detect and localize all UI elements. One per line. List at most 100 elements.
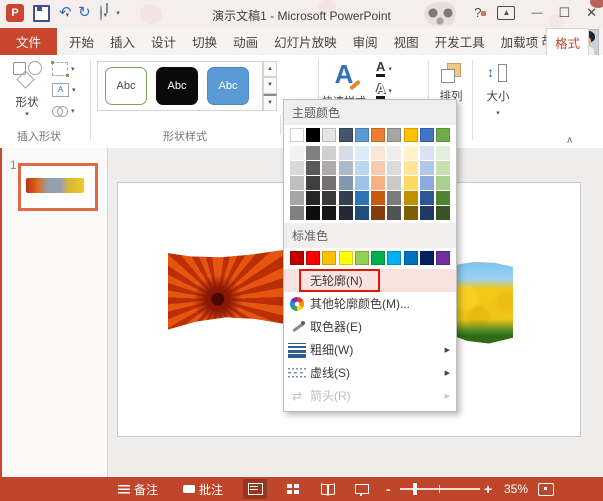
collapse-ribbon-button[interactable]: ∧ (566, 135, 573, 146)
minimize-button[interactable]: — (531, 4, 542, 22)
zoom-in-button[interactable]: + (484, 477, 492, 501)
gallery-more-button[interactable]: ▼ (263, 94, 277, 111)
tint-color-swatch[interactable] (371, 176, 385, 190)
tint-color-swatch[interactable] (322, 146, 336, 160)
tint-color-swatch[interactable] (371, 206, 385, 220)
tint-color-swatch[interactable] (339, 161, 353, 175)
tab-插入[interactable]: 插入 (102, 28, 143, 55)
tint-color-swatch[interactable] (339, 146, 353, 160)
tab-加载项[interactable]: 加载项 (493, 28, 547, 55)
close-button[interactable]: ✕ (586, 4, 597, 22)
tint-color-swatch[interactable] (371, 146, 385, 160)
gallery-scroll-up-button[interactable]: ▲ (263, 61, 277, 77)
tab-格式[interactable]: 格式 (546, 28, 589, 55)
zoom-slider-track[interactable] (400, 488, 480, 490)
tint-color-swatch[interactable] (404, 146, 418, 160)
touch-mode-button[interactable]: ▾ (100, 6, 108, 20)
tint-color-swatch[interactable] (404, 191, 418, 205)
tint-color-swatch[interactable] (371, 161, 385, 175)
menu-item-dash-style[interactable]: 虚线(S)▶ (284, 361, 456, 384)
tint-color-swatch[interactable] (355, 206, 369, 220)
tint-color-swatch[interactable] (436, 206, 450, 220)
normal-view-button[interactable] (243, 479, 267, 499)
text-box-button[interactable]: A▾ (52, 82, 76, 98)
tint-color-swatch[interactable] (290, 161, 304, 175)
menu-item-no-outline[interactable]: 无轮廓(N) (284, 269, 456, 292)
save-icon[interactable] (33, 5, 50, 22)
tint-color-swatch[interactable] (436, 176, 450, 190)
tab-切换[interactable]: 切换 (184, 28, 225, 55)
tint-color-swatch[interactable] (339, 206, 353, 220)
tab-动画[interactable]: 动画 (225, 28, 266, 55)
tint-color-swatch[interactable] (387, 146, 401, 160)
standard-color-swatch[interactable] (355, 251, 369, 265)
tint-color-swatch[interactable] (306, 176, 320, 190)
theme-color-swatch[interactable] (404, 128, 418, 142)
maximize-button[interactable]: ☐ (558, 4, 570, 22)
tint-color-swatch[interactable] (339, 191, 353, 205)
tab-审阅[interactable]: 审阅 (345, 28, 386, 55)
standard-color-swatch[interactable] (387, 251, 401, 265)
standard-color-swatch[interactable] (322, 251, 336, 265)
tint-color-swatch[interactable] (290, 176, 304, 190)
gallery-scroll-down-button[interactable]: ▼ (263, 77, 277, 93)
notes-toggle[interactable]: 备注 (118, 477, 158, 501)
tab-幻灯片放映[interactable]: 幻灯片放映 (266, 28, 345, 55)
ribbon-display-options-button[interactable]: ▲ (497, 6, 515, 20)
help-button[interactable]: ? (474, 4, 481, 22)
powerpoint-app-icon[interactable]: P (6, 4, 24, 22)
tint-color-swatch[interactable] (355, 176, 369, 190)
tint-color-swatch[interactable] (387, 191, 401, 205)
zoom-level[interactable]: 35% (504, 477, 528, 501)
tab-开始[interactable]: 开始 (61, 28, 102, 55)
theme-color-swatch[interactable] (322, 128, 336, 142)
tint-color-swatch[interactable] (306, 161, 320, 175)
tint-color-swatch[interactable] (404, 206, 418, 220)
tint-color-swatch[interactable] (404, 161, 418, 175)
tab-视图[interactable]: 视图 (386, 28, 427, 55)
tint-color-swatch[interactable] (306, 191, 320, 205)
slide-thumbnail[interactable] (18, 163, 98, 211)
standard-color-swatch[interactable] (371, 251, 385, 265)
shape-style-sample-1[interactable]: Abc (105, 67, 147, 105)
zoom-slider-thumb[interactable] (413, 483, 417, 495)
theme-color-swatch[interactable] (371, 128, 385, 142)
comments-toggle[interactable]: 批注 (183, 477, 223, 501)
merge-shapes-button[interactable]: ▾ (52, 103, 76, 119)
tint-color-swatch[interactable] (290, 191, 304, 205)
tint-color-swatch[interactable] (420, 146, 434, 160)
insert-shape-button[interactable]: 形状 ▾ (6, 59, 48, 123)
standard-color-swatch[interactable] (306, 251, 320, 265)
reading-view-button[interactable] (316, 479, 340, 499)
tint-color-swatch[interactable] (371, 191, 385, 205)
shape-style-sample-2[interactable]: Abc (156, 67, 198, 105)
tint-color-swatch[interactable] (436, 161, 450, 175)
shape-style-sample-3[interactable]: Abc (207, 67, 249, 105)
theme-color-swatch[interactable] (436, 128, 450, 142)
tint-color-swatch[interactable] (290, 146, 304, 160)
menu-item-line-weight[interactable]: 粗细(W)▶ (284, 338, 456, 361)
tint-color-swatch[interactable] (387, 161, 401, 175)
tab-设计[interactable]: 设计 (143, 28, 184, 55)
tint-color-swatch[interactable] (420, 176, 434, 190)
tint-color-swatch[interactable] (420, 161, 434, 175)
tint-color-swatch[interactable] (339, 176, 353, 190)
tint-color-swatch[interactable] (355, 191, 369, 205)
tint-color-swatch[interactable] (322, 176, 336, 190)
standard-color-swatch[interactable] (404, 251, 418, 265)
tab-开发工具[interactable]: 开发工具 (427, 28, 493, 55)
redo-icon[interactable]: ↻ (78, 6, 91, 20)
slide-show-button[interactable] (350, 479, 374, 499)
tint-color-swatch[interactable] (322, 161, 336, 175)
tint-color-swatch[interactable] (290, 206, 304, 220)
theme-color-swatch[interactable] (420, 128, 434, 142)
zoom-out-button[interactable]: - (386, 477, 391, 501)
text-outline-button[interactable]: A▾ (376, 83, 392, 99)
tab-文件[interactable]: 文件 (0, 28, 57, 55)
theme-color-swatch[interactable] (290, 128, 304, 142)
undo-button[interactable]: ↶▾ (59, 6, 69, 20)
standard-color-swatch[interactable] (420, 251, 434, 265)
menu-item-color-wheel[interactable]: 其他轮廓颜色(M)... (284, 292, 456, 315)
theme-color-swatch[interactable] (387, 128, 401, 142)
tint-color-swatch[interactable] (420, 206, 434, 220)
